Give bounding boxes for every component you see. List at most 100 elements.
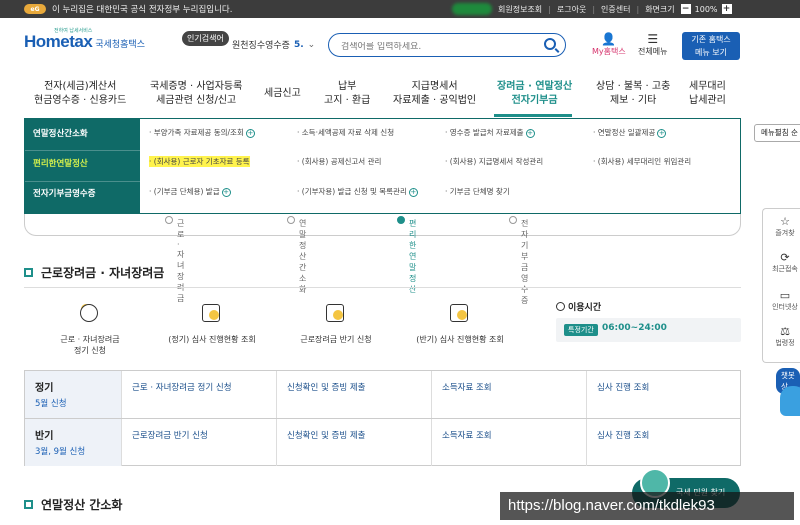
table-cell-link[interactable]: 신청확인 및 증빙 제출 xyxy=(276,419,431,466)
gavel-icon: ⚖ xyxy=(780,325,790,338)
mega-category-convenient[interactable]: 편리한연말정산 xyxy=(33,157,88,169)
gnb-item-certificates[interactable]: 국세증명 · 사업자등록 세금관련 신청/신고 xyxy=(150,80,242,108)
mega-link[interactable]: · (회사용) 공제신고서 관리 xyxy=(297,156,381,167)
quick-recent[interactable]: ⟳ 최근접속 xyxy=(763,251,800,274)
zoom-level: 100% xyxy=(694,4,718,14)
logo-tagline: 전하여 납세서비스 xyxy=(54,28,93,34)
zoom-control: − 100% + xyxy=(680,4,732,14)
gnb-item-incentives[interactable]: 장려금 · 연말정산 전자기부금 xyxy=(497,80,572,108)
mega-link-employee-basic-data[interactable]: · (회사용) 근로자 기초자료 등록 xyxy=(149,156,250,167)
service-regular-apply[interactable]: 근로 · 자녀장려금 정기 신청 xyxy=(30,302,150,356)
person-document-icon xyxy=(77,302,103,326)
old-hometax-line1: 기존 홈택스 xyxy=(691,35,731,44)
tab-donation[interactable]: 전자기부금영수증 xyxy=(509,216,528,305)
table-cell-link[interactable]: 신청확인 및 증빙 제출 xyxy=(276,371,431,418)
plus-icon: + xyxy=(221,187,231,197)
hours-box: 특정기간 06:00~24:00 xyxy=(556,318,741,342)
plus-icon: + xyxy=(525,128,535,138)
popular-term-rank: 5. xyxy=(293,39,304,50)
quick-menu: ☆ 즐겨찾 ⟳ 최근접속 ▭ 인터넷상 ⚖ 법령정 xyxy=(762,208,800,363)
monitor-icon: ▭ xyxy=(779,289,791,302)
gnb-item-consulting[interactable]: 상담 · 불복 · 고충 제보 · 기타 xyxy=(596,80,670,108)
all-menu-label: 전체메뉴 xyxy=(638,47,668,56)
mega-link[interactable]: · 영수증 발급처 자료제출 + xyxy=(445,127,535,138)
table-cell-link[interactable]: 소득자료 조회 xyxy=(431,371,586,418)
quick-favorites[interactable]: ☆ 즐겨찾 xyxy=(763,215,800,238)
mega-category-column: 연말정산간소화 편리한연말정산 전자기부금영수증 xyxy=(25,119,140,213)
service-regular-status[interactable]: (정기) 심사 진행현황 조회 xyxy=(152,302,272,345)
mega-link[interactable]: · 부양가족 자료제공 동의/조회 + xyxy=(149,127,255,138)
logout-link[interactable]: 로그아웃 xyxy=(557,4,586,15)
history-icon: ⟳ xyxy=(780,251,790,264)
egov-logo-icon: eG xyxy=(24,4,46,14)
hours-title: 이용시간 xyxy=(556,300,601,313)
monitor-check-icon xyxy=(199,302,225,326)
gov-notice-bar: eG 이 누리집은 대한민국 공식 전자정부 누리집입니다. 회원정보조회 | 로… xyxy=(0,0,800,18)
gnb-item-tax-agent[interactable]: 세무대리 납세관리 xyxy=(689,80,726,108)
gnb-active-indicator xyxy=(494,114,572,117)
main-navigation: 전자(세금)계산서 현금영수증 · 신용카드 국세증명 · 사업자등록 세금관련 신… xyxy=(0,70,800,118)
chatbot-icon[interactable] xyxy=(780,386,800,416)
zoom-in-button[interactable]: + xyxy=(721,4,732,14)
table-cell-link[interactable]: 심사 진행 조회 xyxy=(586,371,740,418)
category-tabs: 근로 · 자녀장려금 연말정산 간소화 편리한 연말정산 전자기부금영수증 xyxy=(24,214,741,305)
mega-category-simplified[interactable]: 연말정산간소화 xyxy=(33,127,88,139)
clipboard-search-icon xyxy=(447,302,473,326)
square-bullet-icon xyxy=(24,500,33,509)
row-head-half: 반기 3월, 9월 신청 xyxy=(25,419,121,466)
table-cell-link[interactable]: 소득자료 조회 xyxy=(431,419,586,466)
screen-size-label: 화면크기 xyxy=(645,4,675,14)
service-half-status[interactable]: (반기) 심사 진행현황 조회 xyxy=(400,302,520,345)
gnb-item-einvoice[interactable]: 전자(세금)계산서 현금영수증 · 신용카드 xyxy=(34,80,126,108)
mega-link[interactable]: · (회사용) 세무대리인 위임관리 xyxy=(593,156,691,167)
search-input[interactable] xyxy=(341,42,531,52)
mega-link[interactable]: · 연말정산 일괄제공 + xyxy=(593,127,667,138)
gov-notice-text: 이 누리집은 대한민국 공식 전자정부 누리집입니다. xyxy=(52,5,233,15)
table-cell-link[interactable]: 근로 · 자녀장려금 정기 신청 xyxy=(121,371,276,418)
section-title-incentives: 근로장려금 · 자녀장려금 xyxy=(24,264,164,281)
mega-link[interactable]: · 기부금 단체명 찾기 xyxy=(445,186,510,197)
square-bullet-icon xyxy=(24,268,33,277)
tab-incentives[interactable]: 근로 · 자녀장려금 xyxy=(165,216,184,303)
quick-law[interactable]: ⚖ 법령정 xyxy=(763,325,800,348)
logo-main-text: Hometax xyxy=(24,32,93,51)
cert-center-link[interactable]: 인증센터 xyxy=(601,4,630,15)
util-links: 회원정보조회 | 로그아웃 | 인증센터 | 화면크기 − 100% + xyxy=(498,4,732,15)
gnb-item-payment[interactable]: 납부 고지 · 환급 xyxy=(324,80,370,108)
my-hometax-label: My홈택스 xyxy=(592,47,626,56)
service-half-apply[interactable]: 근로장려금 반기 신청 xyxy=(276,302,396,345)
quick-internet[interactable]: ▭ 인터넷상 xyxy=(763,289,800,312)
plus-icon: + xyxy=(657,128,667,138)
blog-watermark: https://blog.naver.com/tkdlek93 xyxy=(500,492,794,520)
tab-convenient[interactable]: 편리한 연말정산 xyxy=(397,216,416,294)
popular-search-term[interactable]: 원천징수영수증 5. ⌄ xyxy=(232,38,316,52)
mega-link[interactable]: · 소득·세액공제 자료 삭제 신청 xyxy=(297,127,394,138)
plus-icon: + xyxy=(245,128,255,138)
mega-link[interactable]: · (기부자용) 발급 신청 및 목록관리 + xyxy=(297,186,418,197)
table-cell-link[interactable]: 근로장려금 반기 신청 xyxy=(121,419,276,466)
chevron-down-icon[interactable]: ⌄ xyxy=(308,40,316,50)
menu-expand-button[interactable]: 메뉴펼침 순 xyxy=(754,124,800,142)
mega-dropdown-menu: 연말정산간소화 편리한연말정산 전자기부금영수증 · 부양가족 자료제공 동의/… xyxy=(24,118,741,214)
popular-search-badge: 인기검색어 xyxy=(182,31,229,46)
hours-time: 06:00~24:00 xyxy=(602,323,667,333)
mega-category-donation[interactable]: 전자기부금영수증 xyxy=(33,187,96,199)
section-title-simplified: 연말정산 간소화 xyxy=(24,496,122,513)
gnb-item-payment-statement[interactable]: 지급명세서 자료제출 · 공익법인 xyxy=(393,80,476,108)
tab-simplified[interactable]: 연말정산 간소화 xyxy=(287,216,306,294)
plus-icon: + xyxy=(408,187,418,197)
gnb-item-tax-filing[interactable]: 세금신고 xyxy=(264,87,301,101)
hometax-logo[interactable]: 전하여 납세서비스 Hometax 국세청홈택스 xyxy=(24,28,145,52)
search-icon[interactable] xyxy=(544,38,556,50)
site-header: 전하여 납세서비스 Hometax 국세청홈택스 인기검색어 원천징수영수증 5… xyxy=(0,18,800,70)
mega-link[interactable]: · (기부금 단체용) 발급 + xyxy=(149,186,231,197)
logo-sub-text: 국세청홈택스 xyxy=(95,40,145,50)
member-info-link[interactable]: 회원정보조회 xyxy=(498,4,542,15)
mega-link[interactable]: · (회사용) 지급명세서 작성관리 xyxy=(445,156,543,167)
old-hometax-button[interactable]: 기존 홈택스 메뉴 보기 xyxy=(682,32,740,60)
zoom-out-button[interactable]: − xyxy=(680,4,691,14)
my-hometax-button[interactable]: 👤 My홈택스 xyxy=(592,32,626,57)
table-cell-link[interactable]: 심사 진행 조회 xyxy=(586,419,740,466)
clock-icon xyxy=(556,302,565,311)
all-menu-button[interactable]: ☰ 전체메뉴 xyxy=(638,32,667,57)
